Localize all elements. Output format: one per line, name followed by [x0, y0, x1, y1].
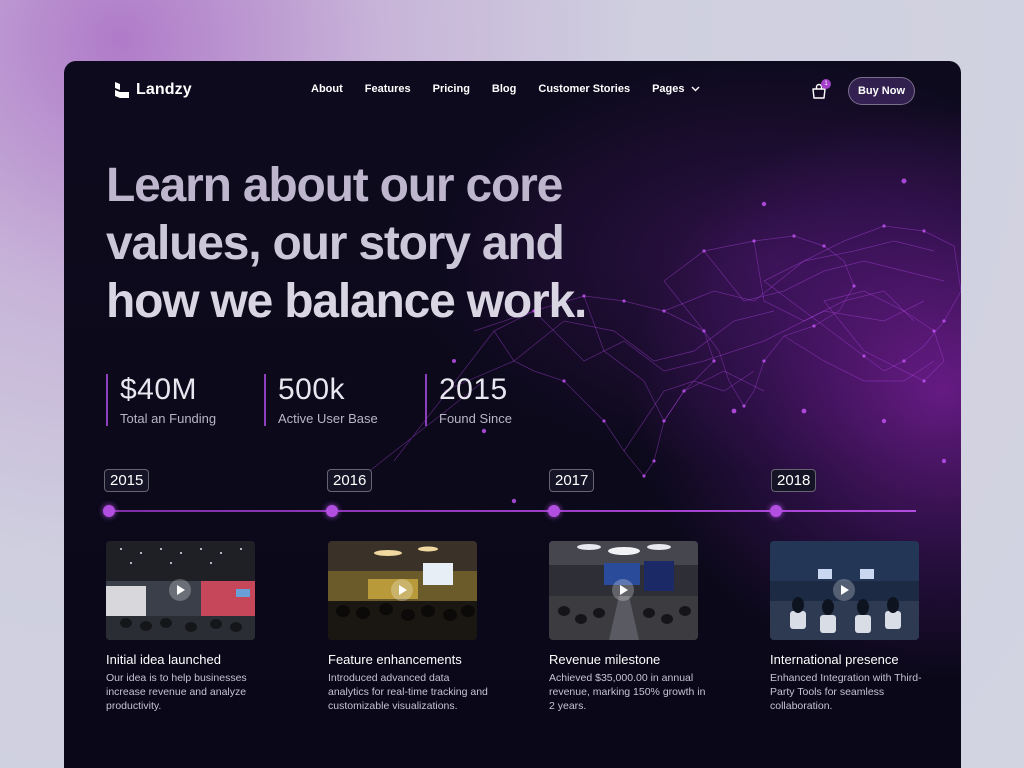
main-nav: About Features Pricing Blog Customer Sto…	[311, 83, 722, 95]
nav-features[interactable]: Features	[365, 83, 411, 95]
video-thumbnail-2015[interactable]	[106, 541, 255, 640]
buy-now-button[interactable]: Buy Now	[848, 77, 915, 105]
video-thumbnail-2018[interactable]	[770, 541, 919, 640]
brand-logo[interactable]: Landzy	[114, 81, 192, 99]
timeline-dot	[548, 505, 560, 517]
headline-line-3: how we balance work.	[106, 275, 587, 328]
card-title: International presence	[770, 652, 899, 667]
nav-pages-dropdown[interactable]: Pages	[652, 83, 699, 95]
card-description: Our idea is to help businesses increase …	[106, 672, 247, 712]
video-thumbnail-2016[interactable]	[328, 541, 477, 640]
timeline-line	[108, 510, 916, 512]
year-badge-2017: 2017	[549, 469, 595, 492]
stat-funding: $40M Total an Funding	[106, 374, 216, 426]
headline-line-2: values, our story and	[106, 217, 565, 270]
timeline-dot	[103, 505, 115, 517]
headline-line-1: Learn about our core	[106, 159, 563, 212]
event-photo	[106, 541, 255, 640]
stat-founded: 2015 Found Since	[425, 374, 512, 426]
event-photo	[549, 541, 698, 640]
nav-pages-label: Pages	[652, 83, 685, 95]
hero-headline: Learn about our core values, our story a…	[106, 157, 686, 331]
page-frame: Landzy About Features Pricing Blog Custo…	[64, 61, 961, 768]
event-photo	[328, 541, 477, 640]
event-photo	[770, 541, 919, 640]
stat-label: Total an Funding	[120, 411, 217, 426]
nav-blog[interactable]: Blog	[492, 83, 516, 95]
nav-pricing[interactable]: Pricing	[433, 83, 470, 95]
brand-name: Landzy	[136, 81, 192, 98]
nav-customer-stories[interactable]: Customer Stories	[538, 83, 630, 95]
card-description: Introduced advanced data analytics for r…	[328, 672, 488, 712]
chevron-down-icon	[691, 86, 699, 92]
card-title: Feature enhancements	[328, 652, 462, 667]
year-badge-2016: 2016	[327, 469, 373, 492]
stat-value: 500k	[278, 373, 346, 406]
timeline-dot	[770, 505, 782, 517]
stat-label: Found Since	[439, 411, 512, 426]
nav-about[interactable]: About	[311, 83, 343, 95]
card-description: Enhanced Integration with Third-Party To…	[770, 672, 922, 712]
timeline-dot	[326, 505, 338, 517]
stat-users: 500k Active User Base	[264, 374, 378, 426]
stat-value: 2015	[439, 373, 508, 406]
stat-label: Active User Base	[278, 411, 378, 426]
year-badge-2015: 2015	[104, 469, 150, 492]
logo-icon	[115, 82, 129, 98]
card-title: Initial idea launched	[106, 652, 221, 667]
card-description: Achieved $35,000.00 in annual revenue, m…	[549, 672, 706, 712]
stat-value: $40M	[120, 373, 198, 406]
year-badge-2018: 2018	[771, 469, 817, 492]
cart-count-badge: 1	[821, 79, 831, 89]
card-title: Revenue milestone	[549, 652, 661, 667]
video-thumbnail-2017[interactable]	[549, 541, 698, 640]
